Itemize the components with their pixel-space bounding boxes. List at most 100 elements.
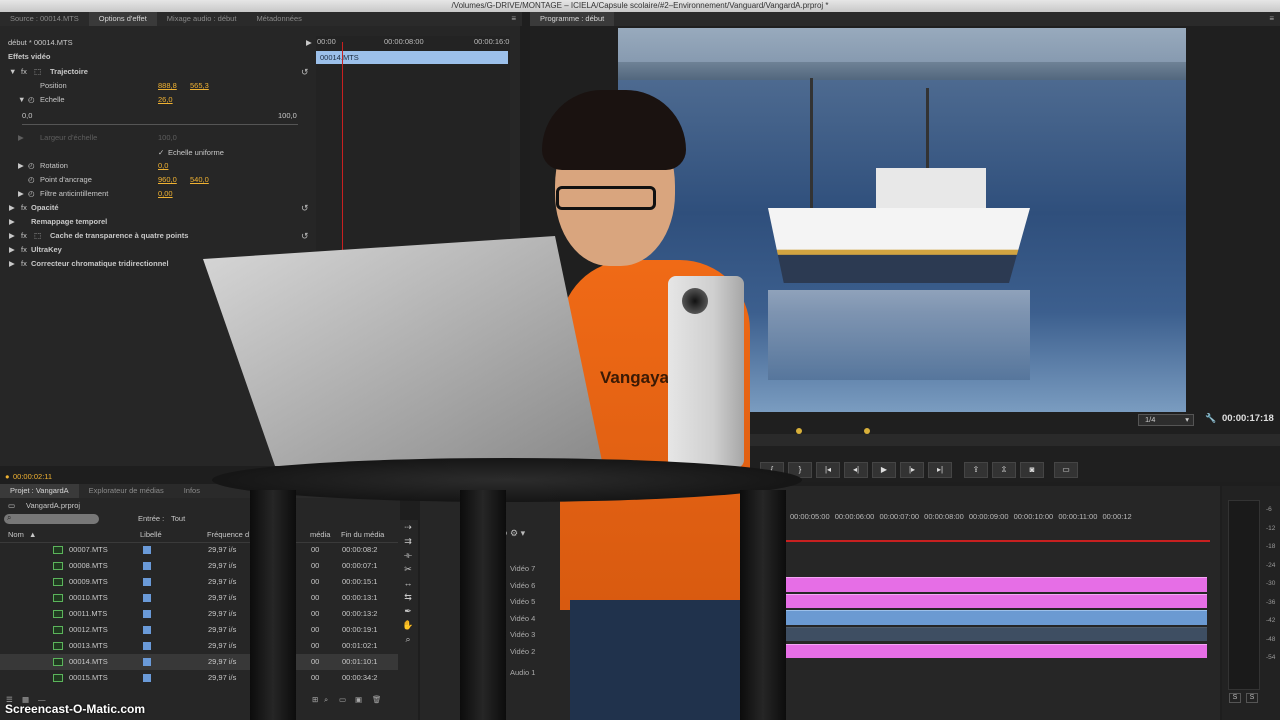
checkbox-icon[interactable]: ✓ bbox=[158, 146, 164, 160]
col-frequence[interactable]: Fréquence d bbox=[207, 527, 249, 543]
col-libelle[interactable]: Libellé bbox=[140, 527, 162, 543]
twirl-icon[interactable]: ▶ bbox=[9, 229, 15, 243]
in-marker[interactable] bbox=[796, 428, 802, 434]
tab-info[interactable]: Infos bbox=[174, 484, 210, 498]
zoom-level-select[interactable]: 1/4 ▾ bbox=[1138, 414, 1194, 426]
ancrage-y-value[interactable]: 540,0 bbox=[190, 173, 209, 187]
step-forward-button[interactable]: |▸ bbox=[900, 462, 924, 478]
twirl-icon[interactable]: ▶ bbox=[9, 243, 15, 257]
twirl-icon[interactable]: ▶ bbox=[9, 257, 15, 271]
go-to-in-button[interactable]: |◂ bbox=[816, 462, 840, 478]
zoom-tool-icon[interactable]: ⌕ bbox=[398, 632, 418, 646]
out-marker[interactable] bbox=[864, 428, 870, 434]
project-clip-row[interactable]: 00014.MTS 29,97 i/s 00 00:01:10:1 bbox=[0, 654, 400, 670]
effect-clip-bar[interactable]: 00014.MTS bbox=[316, 51, 508, 64]
tab-media-browser[interactable]: Explorateur de médias bbox=[79, 484, 174, 498]
selection-tool-icon[interactable]: ⇢ bbox=[398, 520, 418, 534]
panel-menu-icon[interactable]: ≡ bbox=[511, 14, 516, 23]
new-item-icon[interactable]: ▣ bbox=[355, 692, 362, 708]
entry-value[interactable]: Tout bbox=[171, 511, 185, 527]
ancrage-x-value[interactable]: 960,0 bbox=[158, 173, 177, 187]
col-nom[interactable]: Nom bbox=[8, 527, 24, 543]
effect-opacite-row[interactable]: ▶ fx Opacité ↺ bbox=[0, 201, 316, 215]
project-clip-row[interactable]: 00010.MTS 29,97 i/s 00 00:00:13:1 bbox=[0, 590, 400, 606]
find-icon[interactable]: ⌕ bbox=[324, 692, 328, 708]
timeline-clip-video3[interactable] bbox=[732, 627, 1207, 641]
panel-menu-icon[interactable]: ≡ bbox=[1269, 14, 1274, 23]
effect-remappage-row[interactable]: ▶ Remappage temporel bbox=[0, 215, 316, 229]
ripple-edit-tool-icon[interactable]: ⟛ bbox=[398, 548, 418, 562]
timeline-clip-video2[interactable] bbox=[732, 644, 1207, 658]
settings-wrench-icon[interactable]: 🔧 bbox=[1205, 413, 1216, 424]
effect-cache-row[interactable]: ▶ fx ⬚ Cache de transparence à quatre po… bbox=[0, 229, 316, 243]
col-fin[interactable]: Fin du média bbox=[341, 527, 384, 543]
new-bin-icon[interactable]: ▭ bbox=[339, 692, 346, 708]
automate-icon[interactable]: ⊞ bbox=[312, 692, 318, 708]
stopwatch-icon[interactable]: ◴ bbox=[28, 159, 35, 173]
timeline-ruler[interactable]: 00:00:05:00 00:00:06:00 00:00:07:00 00:0… bbox=[790, 512, 1210, 524]
project-clip-row[interactable]: 00009.MTS 29,97 i/s 00 00:00:15:1 bbox=[0, 574, 400, 590]
project-clip-row[interactable]: 00011.MTS 29,97 i/s 00 00:00:13:2 bbox=[0, 606, 400, 622]
twirl-icon[interactable]: ▼ bbox=[9, 65, 16, 79]
tab-project[interactable]: Projet : VangardA bbox=[0, 484, 79, 498]
twirl-icon[interactable]: ▶ bbox=[9, 201, 15, 215]
effect-trajectoire-row[interactable]: ▼ fx ⬚ Trajectoire ↺ bbox=[0, 65, 316, 79]
project-clip-row[interactable]: 00007.MTS 29,97 i/s 00 00:00:08:2 bbox=[0, 542, 400, 558]
play-button[interactable]: ▶ bbox=[872, 462, 896, 478]
table-leg bbox=[250, 490, 296, 720]
tab-metadata[interactable]: Métadonnées bbox=[246, 12, 311, 26]
stopwatch-icon[interactable]: ◴ bbox=[28, 187, 35, 201]
twirl-icon[interactable]: ▶ bbox=[18, 159, 24, 173]
timeline-clip-video6[interactable] bbox=[732, 577, 1207, 592]
pen-tool-icon[interactable]: ✒ bbox=[398, 604, 418, 618]
echelle-slider[interactable] bbox=[22, 124, 298, 125]
twirl-icon[interactable]: ▼ bbox=[18, 93, 25, 107]
uniform-scale-row[interactable]: ✓ Echelle uniforme bbox=[0, 146, 316, 160]
track-select-tool-icon[interactable]: ⇉ bbox=[398, 534, 418, 548]
effect-current-time[interactable]: ● 00:00:02:11 bbox=[0, 470, 120, 484]
timeline-clip-video5[interactable] bbox=[732, 594, 1207, 608]
expand-arrow-icon[interactable]: ▶ bbox=[306, 36, 312, 50]
solo-button-right[interactable]: S bbox=[1246, 693, 1258, 703]
stopwatch-icon[interactable]: ◴ bbox=[28, 173, 35, 187]
go-to-out-button[interactable]: ▸| bbox=[928, 462, 952, 478]
tab-program[interactable]: Programme : début bbox=[530, 12, 615, 26]
tab-source[interactable]: Source : 00014.MTS bbox=[0, 12, 89, 26]
reset-icon[interactable]: ↺ bbox=[301, 201, 309, 215]
reset-icon[interactable]: ↺ bbox=[301, 229, 309, 243]
filtre-value[interactable]: 0,00 bbox=[158, 187, 173, 201]
ruler-tick: 00:00:08:00 bbox=[384, 37, 424, 46]
trash-icon[interactable]: 🗑 bbox=[372, 692, 382, 708]
program-timecode[interactable]: 00:00:17:18 bbox=[1222, 413, 1274, 424]
twirl-icon[interactable]: ▶ bbox=[9, 215, 15, 229]
step-back-button[interactable]: ◂| bbox=[844, 462, 868, 478]
program-scrub-bar[interactable] bbox=[740, 434, 1280, 446]
position-x-value[interactable]: 888,8 bbox=[158, 79, 177, 93]
echelle-value[interactable]: 26,0 bbox=[158, 93, 173, 107]
lift-button[interactable]: ⇪ bbox=[964, 462, 988, 478]
extract-button[interactable]: ⇫ bbox=[992, 462, 1016, 478]
project-clip-row[interactable]: 00013.MTS 29,97 i/s 00 00:01:02:1 bbox=[0, 638, 400, 654]
tab-audio-mixer[interactable]: Mixage audio : début bbox=[157, 12, 247, 26]
project-clip-row[interactable]: 00015.MTS 29,97 i/s 00 00:00:34:2 bbox=[0, 670, 400, 686]
ruler-tick: 00:00:05:00 bbox=[790, 512, 830, 521]
twirl-icon[interactable]: ▶ bbox=[18, 187, 24, 201]
current-time-value[interactable]: 00:00:02:11 bbox=[13, 470, 52, 484]
project-clip-row[interactable]: 00008.MTS 29,97 i/s 00 00:00:07:1 bbox=[0, 558, 400, 574]
slide-tool-icon[interactable]: ⇆ bbox=[398, 590, 418, 604]
timeline-work-area[interactable] bbox=[730, 540, 1210, 542]
slip-tool-icon[interactable]: ↔ bbox=[398, 576, 418, 590]
col-debut[interactable]: média bbox=[310, 527, 330, 543]
timeline-clip-video4[interactable] bbox=[732, 610, 1207, 625]
project-clip-row[interactable]: 00012.MTS 29,97 i/s 00 00:00:19:1 bbox=[0, 622, 400, 638]
stopwatch-icon[interactable]: ◴ bbox=[28, 93, 35, 107]
hand-tool-icon[interactable]: ✋ bbox=[398, 618, 418, 632]
solo-button-left[interactable]: S bbox=[1229, 693, 1241, 703]
razor-tool-icon[interactable]: ✂ bbox=[398, 562, 418, 576]
comment-icon[interactable]: ▭ bbox=[1054, 462, 1078, 478]
export-frame-camera-icon[interactable]: ◙ bbox=[1020, 462, 1044, 478]
tab-effect-options[interactable]: Options d'effet bbox=[88, 12, 157, 26]
position-y-value[interactable]: 565,3 bbox=[190, 79, 209, 93]
reset-icon[interactable]: ↺ bbox=[301, 65, 309, 79]
rotation-value[interactable]: 0,0 bbox=[158, 159, 168, 173]
